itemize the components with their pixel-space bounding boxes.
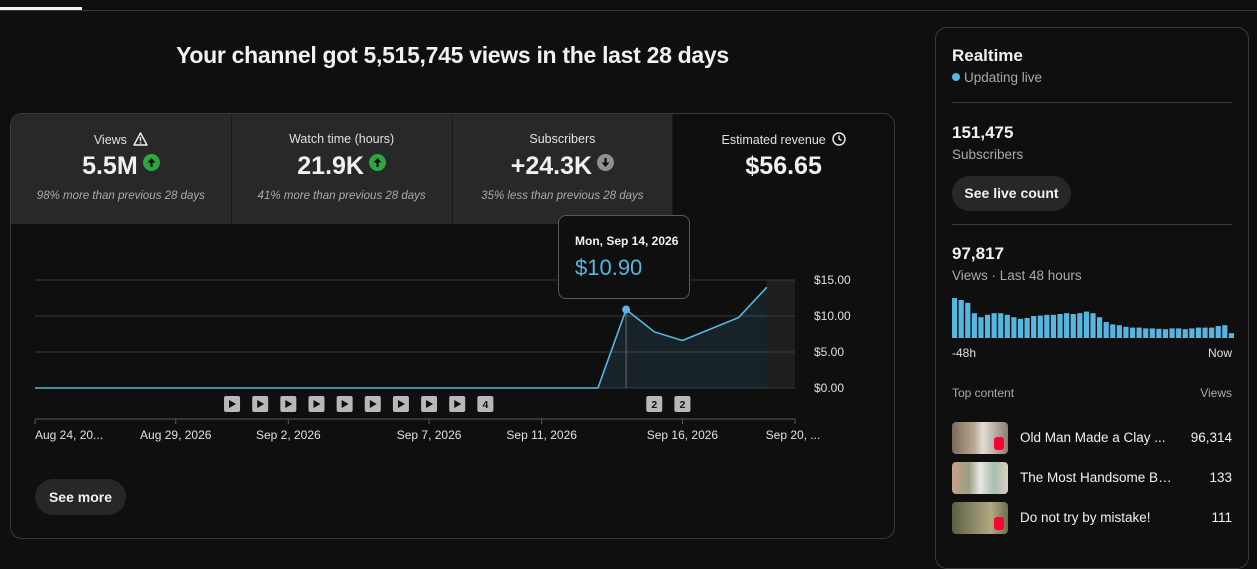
y-tick-label: $5.00 <box>814 345 844 359</box>
realtime-bar <box>1110 324 1116 338</box>
tooltip-date: Mon, Sep 14, 2026 <box>575 234 679 248</box>
realtime-bar <box>1129 327 1136 338</box>
x-tick-label: Sep 20, ... <box>766 428 821 442</box>
see-more-button[interactable]: See more <box>35 479 126 515</box>
realtime-bar <box>1202 327 1208 338</box>
realtime-bar <box>1011 317 1017 338</box>
video-views: 133 <box>1209 470 1232 485</box>
top-content-row[interactable]: Do not try by mistake! 111 <box>952 502 1232 534</box>
realtime-bar <box>1156 328 1162 338</box>
x-tick-label: Sep 7, 2026 <box>397 428 462 442</box>
chart-tooltip: Mon, Sep 14, 2026 $10.90 <box>558 215 690 299</box>
top-content-row[interactable]: Old Man Made a Clay ... 96,314 <box>952 422 1232 454</box>
video-marker-count: 2 <box>679 399 685 411</box>
video-title: Do not try by mistake! <box>1020 510 1151 525</box>
realtime-bar <box>991 313 997 338</box>
realtime-bar <box>965 302 971 338</box>
divider <box>952 102 1232 103</box>
x-tick-label: Sep 2, 2026 <box>256 428 321 442</box>
realtime-bar <box>1057 314 1063 338</box>
x-tick-label: Aug 24, 20... <box>35 428 103 442</box>
video-thumbnail <box>952 502 1008 534</box>
divider <box>952 224 1232 225</box>
realtime-bar <box>958 300 964 338</box>
realtime-bar <box>1195 327 1202 338</box>
series-area <box>35 287 767 388</box>
video-title: The Most Handsome Bo... <box>1020 470 1172 485</box>
revenue-chart[interactable]: $15.00 $10.00 $5.00 $0.00 Aug 24, 20... Aug 2… <box>11 114 894 538</box>
views-value: 97,817 <box>952 244 1004 263</box>
shorts-icon <box>994 517 1004 530</box>
realtime-bar <box>952 298 958 338</box>
realtime-bar <box>1044 314 1050 338</box>
realtime-bar <box>971 313 977 338</box>
realtime-panel: Realtime Updating live 151,475 Subscribe… <box>935 27 1249 569</box>
page-headline: Your channel got 5,515,745 views in the … <box>176 42 729 68</box>
video-thumbnail <box>952 422 1008 454</box>
realtime-bar <box>1004 314 1010 338</box>
shorts-icon <box>994 437 1004 450</box>
realtime-bar <box>1222 325 1228 338</box>
realtime-bar <box>1077 313 1083 338</box>
realtime-bar <box>984 314 991 338</box>
realtime-bar <box>1169 328 1175 338</box>
realtime-bar <box>998 313 1004 338</box>
realtime-bar <box>978 317 984 338</box>
video-views: 111 <box>1211 510 1232 525</box>
realtime-bar <box>1228 333 1234 338</box>
realtime-bar <box>1031 316 1037 338</box>
realtime-bar <box>1136 327 1142 338</box>
y-tick-label: $0.00 <box>814 381 844 395</box>
video-marker-count: 2 <box>651 399 657 411</box>
views-label: Views · Last 48 hours <box>952 268 1082 283</box>
realtime-bar <box>1050 314 1057 338</box>
realtime-bar <box>1182 329 1188 338</box>
realtime-bar <box>1037 315 1043 338</box>
top-content-row[interactable]: The Most Handsome Bo... 133 <box>952 462 1232 494</box>
x-tick-label: Sep 11, 2026 <box>506 428 577 442</box>
realtime-bar <box>1070 314 1076 338</box>
video-marker-count: 4 <box>482 399 488 411</box>
realtime-bar <box>1149 328 1155 338</box>
realtime-bar <box>1090 313 1096 338</box>
realtime-bar <box>1083 311 1090 338</box>
live-dot-icon <box>952 73 960 81</box>
subscribers-label: Subscribers <box>952 147 1024 162</box>
x-tick-label: Sep 16, 2026 <box>647 428 719 442</box>
data-point-highlight <box>622 305 631 314</box>
analytics-card: Views 5.5M 98% more than previous 28 day… <box>10 113 895 539</box>
realtime-bar <box>1017 318 1024 338</box>
realtime-bar <box>1123 326 1129 338</box>
realtime-bar <box>1162 329 1169 338</box>
top-content-label: Top content <box>952 386 1015 400</box>
x-tick-label: Aug 29, 2026 <box>140 428 212 442</box>
video-title: Old Man Made a Clay ... <box>1020 430 1166 445</box>
realtime-bar <box>1096 317 1103 338</box>
video-views: 96,314 <box>1190 430 1232 445</box>
realtime-bar <box>1209 327 1215 338</box>
realtime-title: Realtime <box>952 46 1023 65</box>
tab-divider <box>0 10 1257 11</box>
realtime-bar <box>1176 328 1182 338</box>
realtime-views-bars[interactable] <box>952 294 1234 338</box>
subscribers-value: 151,475 <box>952 123 1014 142</box>
realtime-bar <box>1215 326 1221 338</box>
views-column-label: Views <box>1200 386 1232 400</box>
realtime-bar <box>1116 325 1122 338</box>
see-live-count-button[interactable]: See live count <box>952 176 1071 211</box>
realtime-bar <box>1064 313 1070 338</box>
video-thumbnail <box>952 462 1008 494</box>
future-region <box>766 280 795 388</box>
tooltip-value: $10.90 <box>575 255 643 280</box>
bars-axis-start: -48h <box>952 346 977 360</box>
realtime-bar <box>1143 328 1149 338</box>
y-tick-label: $10.00 <box>814 309 851 323</box>
realtime-status: Updating live <box>952 70 1042 85</box>
realtime-bar <box>1024 318 1030 338</box>
realtime-bar <box>1103 322 1109 338</box>
y-tick-label: $15.00 <box>814 273 851 287</box>
bars-axis-end: Now <box>1207 346 1232 360</box>
realtime-bar <box>1189 328 1195 338</box>
